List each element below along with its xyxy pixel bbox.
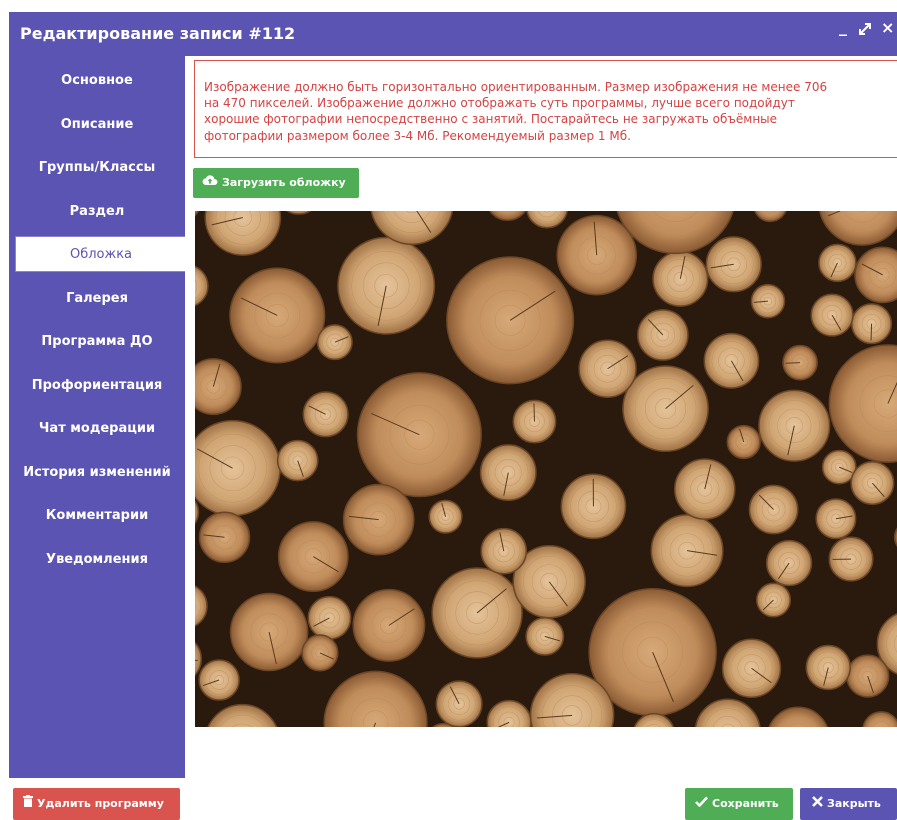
log-end <box>704 334 758 388</box>
log-end <box>199 660 239 700</box>
alert-line: на 470 пикселей. Изображение должно отоб… <box>204 95 897 111</box>
log-end <box>338 237 434 333</box>
log-end <box>579 340 636 397</box>
log-end <box>759 390 830 461</box>
log-end <box>829 537 873 581</box>
log-end <box>230 268 325 363</box>
sidebar-item-comments[interactable]: Комментарии <box>9 497 185 535</box>
cover-panel: Изображение должно быть горизонтально ор… <box>185 56 897 778</box>
log-end <box>302 635 338 671</box>
log-end <box>783 346 817 380</box>
cover-image <box>195 211 897 727</box>
log-end <box>481 445 536 500</box>
log-end <box>318 325 353 360</box>
upload-cover-button[interactable]: Загрузить обложку <box>193 168 359 198</box>
log-end <box>231 594 308 671</box>
edit-record-dialog: Редактирование записи #112 _ × Основное … <box>0 0 897 819</box>
log-end <box>344 484 414 554</box>
log-end <box>751 285 784 318</box>
sidebar-item-program[interactable]: Программа ДО <box>9 323 185 361</box>
log-end <box>195 359 241 414</box>
log-end <box>279 522 348 591</box>
log-end <box>557 216 636 295</box>
alert-line: Изображение должно быть горизонтально ор… <box>204 79 897 95</box>
log-end <box>278 440 318 480</box>
dialog-titlebar: Редактирование записи #112 _ × <box>9 12 897 56</box>
minimize-icon[interactable]: _ <box>839 17 847 36</box>
log-end <box>308 597 350 639</box>
delete-program-label: Удалить программу <box>37 797 164 810</box>
dialog-footer: Удалить программу Сохранить Закрыть <box>0 778 897 819</box>
close-icon <box>812 788 823 820</box>
check-icon <box>695 788 708 820</box>
log-end <box>852 304 892 344</box>
wood-logs-photo <box>195 211 897 727</box>
sidebar-nav: Основное Описание Группы/Классы Раздел О… <box>9 56 185 778</box>
alert-line: хорошие фотографии непосредственно с зан… <box>204 111 897 127</box>
upload-cover-label: Загрузить обложку <box>222 176 346 189</box>
maximize-icon[interactable] <box>858 21 872 40</box>
log-end <box>513 400 555 442</box>
sidebar-item-section[interactable]: Раздел <box>9 193 185 231</box>
log-end <box>200 512 250 562</box>
log-end <box>623 366 708 451</box>
log-end <box>847 655 889 697</box>
sidebar-item-cover[interactable]: Обложка <box>15 236 187 272</box>
sidebar-item-moderation-chat[interactable]: Чат модерации <box>9 410 185 448</box>
cloud-upload-icon <box>202 168 218 198</box>
log-end <box>195 421 280 516</box>
log-end <box>706 237 761 292</box>
log-end <box>436 681 482 727</box>
sidebar-item-history[interactable]: История изменений <box>9 454 185 492</box>
log-end <box>757 583 791 617</box>
log-end <box>675 459 735 519</box>
close-icon[interactable]: × <box>881 18 894 37</box>
log-end <box>651 515 723 587</box>
sidebar-item-career[interactable]: Профориентация <box>9 367 185 405</box>
close-label: Закрыть <box>827 797 881 810</box>
log-end <box>526 618 563 655</box>
sidebar-item-main[interactable]: Основное <box>9 62 185 100</box>
log-end <box>806 646 850 690</box>
log-end <box>851 462 894 505</box>
log-end <box>303 392 348 437</box>
delete-program-button[interactable]: Удалить программу <box>13 788 180 820</box>
log-end <box>353 590 424 661</box>
log-end <box>767 541 812 586</box>
log-end <box>447 257 574 384</box>
save-label: Сохранить <box>712 797 779 810</box>
log-end <box>811 294 853 336</box>
close-button[interactable]: Закрыть <box>800 788 897 820</box>
log-end <box>481 529 526 574</box>
log-end <box>749 485 797 533</box>
log-end <box>561 474 625 538</box>
log-end <box>358 373 482 497</box>
log-end <box>727 426 760 459</box>
image-requirements-alert: Изображение должно быть горизонтально ор… <box>194 60 897 158</box>
log-end <box>819 244 856 281</box>
log-end <box>653 252 708 307</box>
sidebar-item-groups[interactable]: Группы/Классы <box>9 149 185 187</box>
log-end <box>429 500 462 533</box>
log-end <box>723 639 781 697</box>
save-button[interactable]: Сохранить <box>685 788 793 820</box>
log-end <box>816 499 856 539</box>
log-end <box>638 310 688 360</box>
dialog-title: Редактирование записи #112 <box>20 24 295 43</box>
trash-icon <box>23 788 33 820</box>
sidebar-item-notifications[interactable]: Уведомления <box>9 541 185 579</box>
log-end <box>432 568 522 658</box>
alert-line: фотографии размером более 3-4 Мб. Рекоме… <box>204 128 897 144</box>
sidebar-item-description[interactable]: Описание <box>9 106 185 144</box>
sidebar-item-gallery[interactable]: Галерея <box>9 280 185 318</box>
